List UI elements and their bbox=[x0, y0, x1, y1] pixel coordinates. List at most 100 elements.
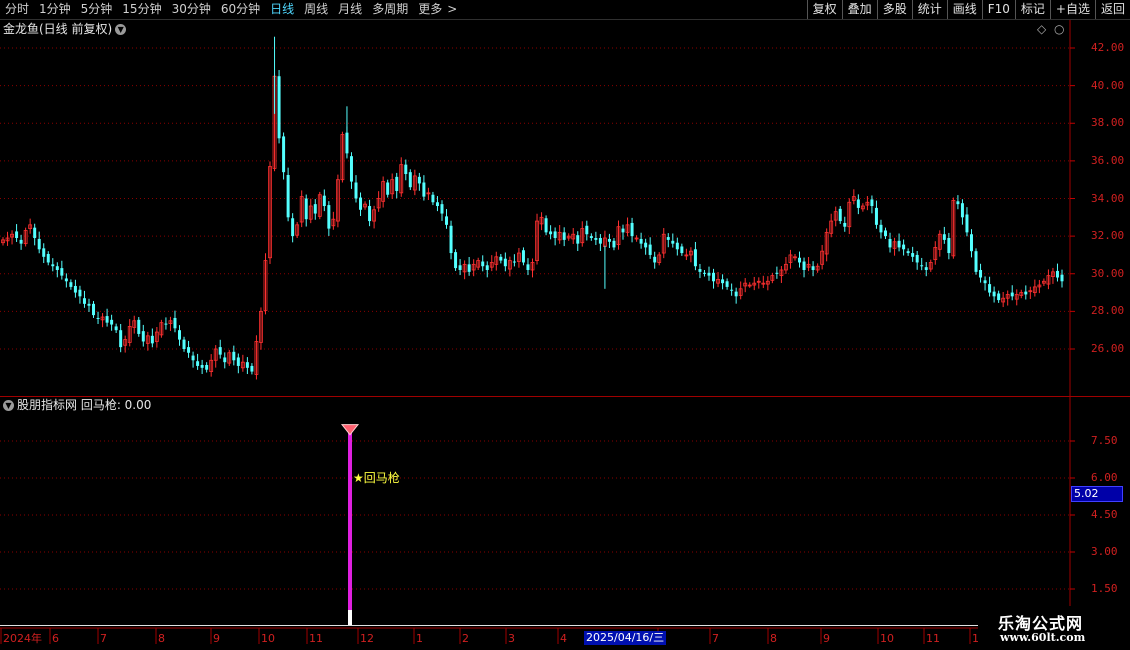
price-tick-label: 32.00 bbox=[1091, 229, 1125, 243]
candle-body bbox=[64, 278, 68, 282]
candle-body bbox=[644, 242, 648, 248]
candle-body bbox=[245, 362, 249, 368]
chart-canvas[interactable] bbox=[0, 0, 1130, 650]
candle-body bbox=[78, 289, 82, 297]
candle-body bbox=[874, 207, 878, 225]
candle-body bbox=[485, 265, 489, 270]
candle-body bbox=[589, 236, 593, 239]
candle-body bbox=[607, 238, 611, 242]
candle-body bbox=[105, 316, 109, 323]
date-tick-label: 7 bbox=[100, 632, 107, 645]
indicator-tick-label: 4.50 bbox=[1091, 508, 1118, 521]
candle-body bbox=[775, 272, 779, 274]
candle-body bbox=[666, 237, 670, 240]
cursor-date: 2025/04/16/三 bbox=[584, 631, 667, 645]
candle-body bbox=[422, 182, 426, 197]
date-tick-label: 6 bbox=[52, 632, 59, 645]
date-tick-label: 8 bbox=[158, 632, 165, 645]
indicator-title: 股朋指标网 回马枪: 0.00 bbox=[17, 398, 152, 412]
candle-body bbox=[354, 182, 358, 199]
stock-title: 金龙鱼(日线 前复权) bbox=[3, 22, 113, 36]
candle-body bbox=[562, 232, 566, 240]
price-tick-label: 42.00 bbox=[1091, 41, 1125, 54]
date-tick-label: 8 bbox=[770, 632, 777, 645]
diamond-icon[interactable]: ◇ bbox=[1037, 21, 1046, 37]
candle-body bbox=[187, 347, 191, 353]
candle-body bbox=[164, 323, 168, 325]
candle-body bbox=[725, 281, 729, 287]
candle-body bbox=[902, 244, 906, 250]
candle-body bbox=[734, 291, 738, 297]
star-icon: ★ bbox=[353, 471, 364, 485]
candle-body bbox=[924, 267, 928, 270]
indicator-panel-title: ▼ 股朋指标网 回马枪: 0.00 bbox=[3, 397, 151, 413]
close-icon[interactable]: ○ bbox=[1054, 21, 1064, 37]
candle-body bbox=[445, 216, 449, 225]
date-tick-label: 10 bbox=[261, 632, 275, 645]
candle-body bbox=[119, 330, 123, 348]
candle-body bbox=[55, 266, 59, 270]
candle-body bbox=[395, 176, 399, 191]
candle-body bbox=[648, 244, 652, 255]
candle-body bbox=[965, 214, 969, 233]
date-tick-label: 2 bbox=[462, 632, 469, 645]
candle-body bbox=[454, 252, 458, 269]
candle-body bbox=[218, 347, 222, 355]
date-tick-label: 9 bbox=[823, 632, 830, 645]
candle-body bbox=[1010, 292, 1014, 297]
signal-bar bbox=[348, 428, 352, 625]
candle-body bbox=[988, 284, 992, 293]
candle-body bbox=[196, 361, 200, 366]
candle-body bbox=[712, 272, 716, 282]
candle-body bbox=[141, 331, 145, 342]
candle-body bbox=[322, 195, 326, 207]
candle-body bbox=[992, 291, 996, 297]
price-tick-label: 28.00 bbox=[1091, 304, 1125, 318]
candle-body bbox=[1024, 291, 1028, 295]
price-tick-label: 36.00 bbox=[1091, 153, 1125, 167]
candle-body bbox=[879, 224, 883, 233]
candle-body bbox=[544, 218, 548, 233]
price-tick-label: 26.00 bbox=[1091, 342, 1125, 355]
candle-body bbox=[702, 272, 706, 274]
indicator-tick-label: 1.50 bbox=[1091, 582, 1118, 595]
candle-body bbox=[205, 364, 209, 370]
candle-body bbox=[467, 264, 471, 272]
candle-body bbox=[51, 264, 55, 267]
candle-body bbox=[653, 256, 657, 263]
candle-body bbox=[440, 204, 444, 214]
candle-body bbox=[73, 285, 77, 293]
indicator-tick-label: 6.00 bbox=[1091, 471, 1118, 484]
price-tick-label: 34.00 bbox=[1091, 191, 1125, 205]
date-tick-label: 11 bbox=[926, 632, 940, 645]
candle-body bbox=[191, 355, 195, 361]
signal-bar-base bbox=[348, 610, 352, 625]
signal-label: ★回马枪 bbox=[353, 471, 400, 485]
candle-body bbox=[503, 258, 507, 267]
date-tick-label: 4 bbox=[560, 632, 567, 645]
candle-body bbox=[707, 272, 711, 276]
candle-body bbox=[730, 289, 734, 291]
chevron-down-icon[interactable]: ▼ bbox=[115, 24, 127, 35]
candle-body bbox=[897, 240, 901, 248]
chevron-down-icon[interactable]: ▼ bbox=[3, 400, 14, 411]
candle-body bbox=[680, 246, 684, 254]
candle-body bbox=[997, 293, 1001, 301]
candle-body bbox=[693, 249, 697, 267]
candle-body bbox=[585, 225, 589, 235]
candle-body bbox=[1060, 274, 1064, 282]
candle-body bbox=[802, 261, 806, 270]
candle-body bbox=[435, 202, 439, 207]
candle-body bbox=[408, 172, 412, 188]
candle-body bbox=[594, 238, 598, 240]
candle-body bbox=[512, 261, 516, 263]
date-tick-label: 9 bbox=[213, 632, 220, 645]
candle-body bbox=[15, 231, 19, 239]
candle-body bbox=[250, 365, 254, 372]
candle-body bbox=[639, 238, 643, 244]
watermark-url: www.60lt.com bbox=[1000, 631, 1086, 644]
candle-body bbox=[114, 326, 118, 331]
candle-body bbox=[499, 256, 503, 261]
price-tick-label: 40.00 bbox=[1091, 78, 1125, 92]
candle-body bbox=[200, 364, 204, 368]
